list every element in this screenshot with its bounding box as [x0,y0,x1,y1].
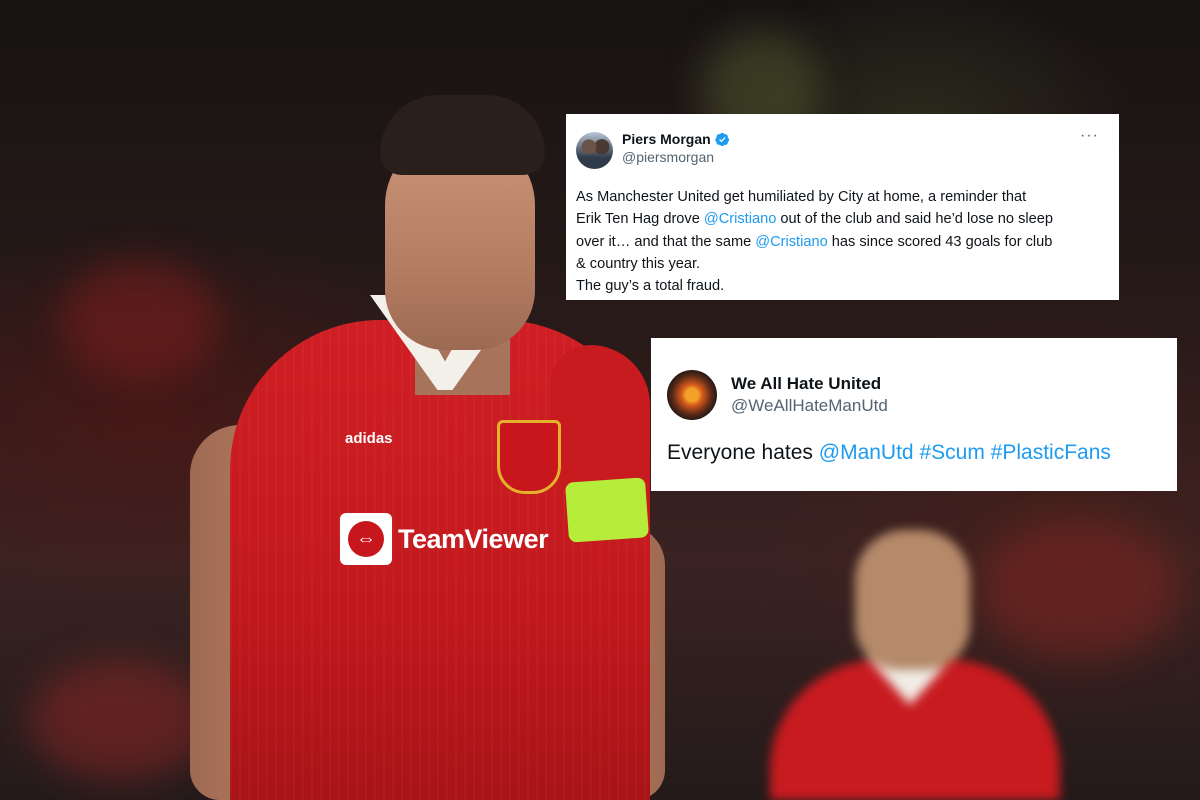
background-player-head [855,530,970,670]
tweet-text-line: & country this year. [576,253,1109,275]
author-handle[interactable]: @piersmorgan [622,149,730,165]
tweet-link[interactable]: @ManUtd [819,441,914,464]
shirt-sponsor: ⇔ TeamViewer [340,513,549,565]
tweet-link[interactable]: #Scum [919,441,984,464]
author-name-row: Piers Morgan [622,130,730,148]
tweet-text-segment: has since scored 43 goals for club [827,233,1053,250]
background-player [770,530,1060,800]
tweet-author: Piers Morgan @piersmorgan [622,130,730,165]
tweet-header: Piers Morgan @piersmorgan ··· [576,128,1109,172]
tweet-text-line: The guy’s a total fraud. [576,275,1109,297]
player-right-sleeve [550,345,650,490]
tweet-text-segment: Erik Ten Hag drove [576,211,704,228]
avatar[interactable] [576,132,613,169]
tweet-text-line: over it… and that the same @Cristiano ha… [576,231,1109,253]
tweet-card-piers-morgan[interactable]: Piers Morgan @piersmorgan ··· As Manches… [566,114,1119,300]
verified-badge-icon [715,132,729,146]
tweet-card-we-all-hate-united[interactable]: We All Hate United @WeAllHateManUtd Ever… [651,338,1177,491]
tweet-text-segment: out of the club and said he’d lose no sl… [776,211,1053,228]
tweet-text-segment: over it… and that the same [576,233,756,250]
author-name[interactable]: Piers Morgan [622,131,711,147]
club-crest [497,420,561,494]
tweet-author: We All Hate United @WeAllHateManUtd [731,374,888,416]
author-name[interactable]: We All Hate United [731,374,888,396]
tweet-text-segment: & country this year. [576,255,701,272]
player-hair [380,95,545,175]
sponsor-logo-icon: ⇔ [348,521,384,557]
sponsor-wordmark: TeamViewer [398,523,549,554]
tweet-text: As Manchester United get humiliated by C… [576,186,1109,297]
tweet-header: We All Hate United @WeAllHateManUtd [667,370,1161,420]
more-options-icon[interactable]: ··· [1080,128,1099,144]
author-handle[interactable]: @WeAllHateManUtd [731,396,888,416]
bokeh-light [30,660,210,780]
tweet-text-segment: The guy’s a total fraud. [576,278,725,295]
captain-armband [565,477,649,543]
tweet-text-line: As Manchester United get humiliated by C… [576,186,1109,208]
sponsor-logo: ⇔ [340,513,392,565]
tweet-link[interactable]: #PlasticFans [991,441,1111,464]
tweet-link[interactable]: @Cristiano [704,211,776,227]
kit-brand-label: adidas [345,430,393,447]
tweet-text: Everyone hates @ManUtd #Scum #PlasticFan… [667,440,1161,466]
avatar[interactable] [667,370,717,420]
tweet-text-segment: Everyone hates [667,441,819,464]
tweet-text-line: Erik Ten Hag drove @Cristiano out of the… [576,208,1109,230]
tweet-text-segment: As Manchester United get humiliated by C… [576,189,1027,205]
tweet-link[interactable]: @Cristiano [755,234,827,250]
